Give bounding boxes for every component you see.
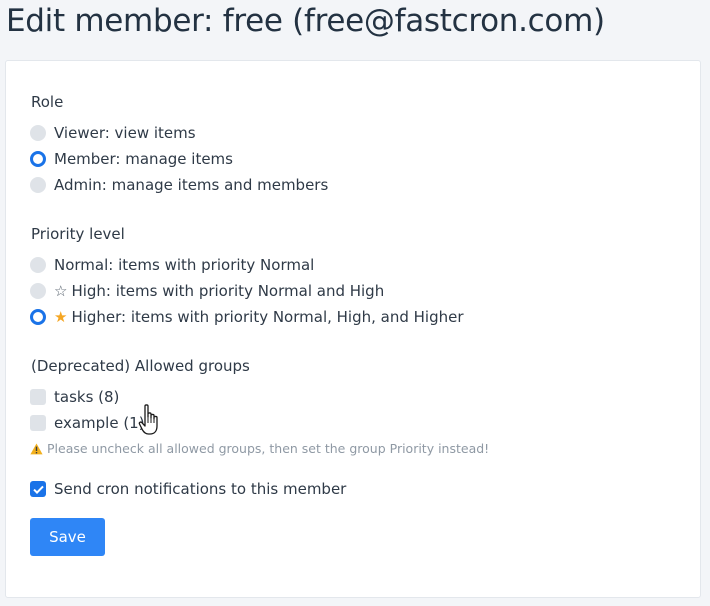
priority-option-label: High: items with priority Normal and Hig… [71,282,385,300]
role-option-label: Member: manage items [54,150,233,168]
group-label: example (1) [54,414,145,432]
checkbox[interactable] [30,389,46,405]
priority-option-high[interactable]: ☆ High: items with priority Normal and H… [30,281,384,301]
notifications-checkbox[interactable]: Send cron notifications to this member [30,479,346,499]
radio-button[interactable] [30,125,46,141]
groups-warning: Please uncheck all allowed groups, then … [30,441,489,456]
radio-button[interactable] [30,309,46,325]
group-label: tasks (8) [54,388,120,406]
checkbox[interactable] [30,415,46,431]
radio-button[interactable] [30,177,46,193]
role-option-label: Viewer: view items [54,124,196,142]
warning-text: Please uncheck all allowed groups, then … [47,441,490,456]
hand-cursor-icon [138,404,158,435]
radio-button[interactable] [30,283,46,299]
priority-option-label: Normal: items with priority Normal [54,256,315,274]
star-filled-icon: ★ [54,308,68,326]
priority-label: Priority level [31,225,125,243]
role-option-viewer[interactable]: Viewer: view items [30,123,196,143]
save-button[interactable]: Save [30,518,105,556]
radio-button[interactable] [30,151,46,167]
role-option-label: Admin: manage items and members [54,176,329,194]
notifications-label: Send cron notifications to this member [54,480,347,498]
role-label: Role [31,93,64,111]
star-outline-icon: ☆ [54,282,68,300]
role-option-admin[interactable]: Admin: manage items and members [30,175,328,195]
role-option-member[interactable]: Member: manage items [30,149,233,169]
allowed-groups-label: (Deprecated) Allowed groups [31,357,250,375]
radio-button[interactable] [30,257,46,273]
group-checkbox-example[interactable]: example (1) [30,413,145,433]
checkbox[interactable] [30,481,46,497]
warning-icon [30,443,43,455]
priority-option-higher[interactable]: ★ Higher: items with priority Normal, Hi… [30,307,464,327]
edit-member-form: Role Viewer: view items Member: manage i… [5,60,701,598]
group-checkbox-tasks[interactable]: tasks (8) [30,387,119,407]
priority-option-label: Higher: items with priority Normal, High… [71,308,464,326]
priority-option-normal[interactable]: Normal: items with priority Normal [30,255,314,275]
page-title: Edit member: free (free@fastcron.com) [6,3,605,39]
checkmark-icon [32,485,44,494]
